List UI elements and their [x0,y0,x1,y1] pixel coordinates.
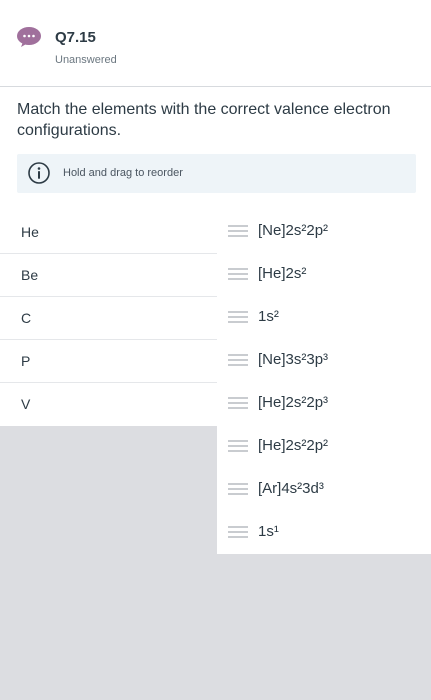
config-label: [He]2s² [258,265,307,282]
question-status: Unanswered [55,54,117,66]
drag-handle-icon[interactable] [228,225,248,238]
config-label: [He]2s²2p² [258,437,329,454]
config-card[interactable]: [He]2s² [217,253,431,296]
drag-handle-icon[interactable] [228,311,248,324]
drag-handle-icon[interactable] [228,526,248,539]
config-card[interactable]: [Ar]4s²3d³ [217,468,431,512]
info-icon [28,162,50,184]
element-label: Be [21,267,39,283]
question-number: Q7.15 [55,29,96,46]
config-card[interactable]: [He]2s²2p³ [217,382,431,426]
chat-bubble-icon[interactable] [17,27,41,47]
config-card[interactable]: [Ne]2s²2p² [217,210,431,253]
drag-handle-icon[interactable] [228,268,248,281]
config-label: [Ne]3s²3p³ [258,351,329,368]
config-label: 1s¹ [258,523,279,540]
element-label: C [21,310,32,326]
drag-handle-icon[interactable] [228,397,248,410]
config-label: [Ne]2s²2p² [258,222,329,239]
drag-handle-icon[interactable] [228,440,248,453]
drag-hint-banner: Hold and drag to reorder [17,154,416,193]
hint-text: Hold and drag to reorder [63,167,183,179]
config-card[interactable]: [Ne]3s²3p³ [217,339,431,382]
config-label: [Ar]4s²3d³ [258,480,324,497]
drag-handle-icon[interactable] [228,354,248,367]
config-label: [He]2s²2p³ [258,394,329,411]
config-card[interactable]: 1s² [217,296,431,339]
config-label: 1s² [258,308,279,325]
element-label: V [21,396,31,412]
question-prompt: Match the elements with the correct vale… [17,101,391,139]
element-label: He [21,224,39,240]
drag-handle-icon[interactable] [228,483,248,496]
config-card[interactable]: [He]2s²2p² [217,425,431,469]
question-header: Q7.15 Unanswered [0,0,431,87]
element-label: P [21,353,31,369]
config-card[interactable]: 1s¹ [217,511,431,554]
